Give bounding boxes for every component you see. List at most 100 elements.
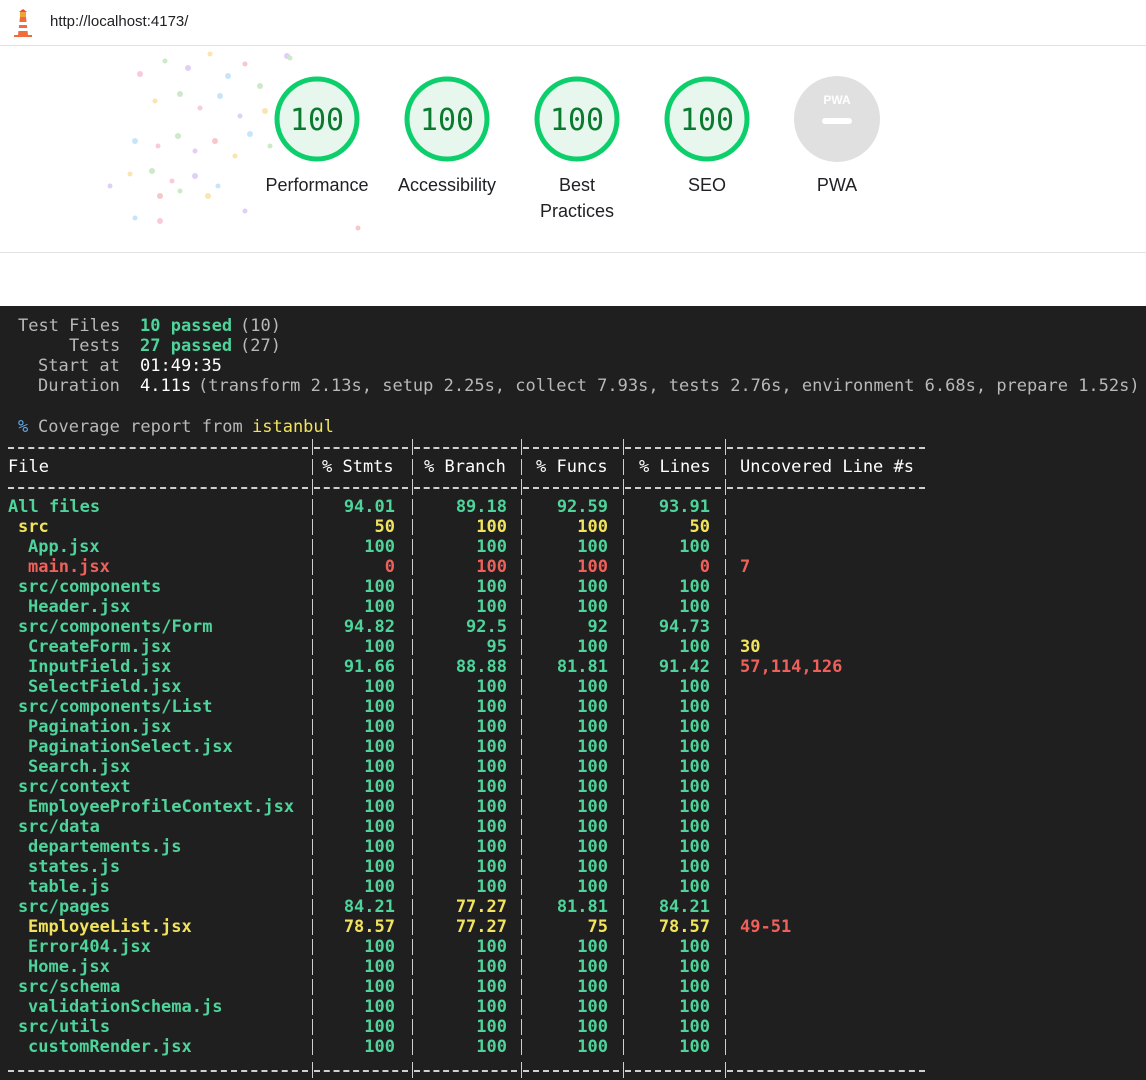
- branch-value: 95: [486, 637, 507, 657]
- branch-value: 100: [476, 957, 507, 977]
- coverage-provider: istanbul: [252, 417, 334, 437]
- stmts-value: 100: [364, 777, 395, 797]
- lines-value: 100: [679, 1037, 710, 1057]
- stmts-value: 100: [364, 817, 395, 837]
- stmts-value: 0: [384, 557, 395, 577]
- branch-value: 100: [476, 997, 507, 1017]
- performance-gauge[interactable]: 100 Performance: [247, 74, 387, 198]
- stmts-value: 84.21: [343, 897, 395, 917]
- funcs-value: 100: [577, 837, 608, 857]
- funcs-value: 100: [577, 517, 608, 537]
- coverage-heading-text: Coverage report from: [38, 417, 243, 437]
- seo-gauge[interactable]: 100 SEO: [637, 74, 777, 198]
- file-name: main.jsx: [28, 557, 110, 577]
- funcs-value: 81.81: [556, 657, 608, 677]
- best-practices-label: Best Practices: [539, 175, 615, 221]
- start-value: 01:49:35: [140, 356, 222, 376]
- terminal-output: Test Files 10 passed (10) Tests 27 passed (2…: [0, 306, 1146, 1080]
- file-name: EmployeeProfileContext.jsx: [28, 797, 295, 817]
- funcs-value: 100: [577, 717, 608, 737]
- branch-value: 88.88: [455, 657, 507, 677]
- stmts-value: 100: [364, 757, 395, 777]
- accessibility-gauge[interactable]: 100 Accessibility: [377, 74, 517, 198]
- lines-value: 100: [679, 1017, 710, 1037]
- branch-value: 100: [476, 857, 507, 877]
- file-name: Search.jsx: [28, 757, 131, 777]
- funcs-value: 100: [577, 637, 608, 657]
- funcs-value: 100: [577, 877, 608, 897]
- lines-value: 100: [679, 757, 710, 777]
- seo-label: SEO: [687, 175, 726, 195]
- lines-value: 100: [679, 597, 710, 617]
- test-files-total: (10): [240, 316, 281, 336]
- uncovered-lines: 30: [740, 637, 761, 657]
- file-name: src: [18, 517, 49, 537]
- branch-value: 100: [476, 577, 507, 597]
- table-row: customRender.jsx 100 100 100 100: [0, 1037, 1146, 1057]
- branch-value: 100: [476, 1017, 507, 1037]
- header-uncovered: Uncovered Line #s: [740, 457, 914, 477]
- lines-value: 100: [679, 877, 710, 897]
- table-row: All files 94.01 89.18 92.59 93.91: [0, 497, 1146, 517]
- lines-value: 50: [689, 517, 710, 537]
- file-name: states.js: [28, 857, 121, 877]
- file-name: src/components: [18, 577, 162, 597]
- lines-value: 100: [679, 577, 710, 597]
- stmts-value: 50: [374, 517, 395, 537]
- funcs-value: 100: [577, 1017, 608, 1037]
- lighthouse-scores: 100 Performance 100 Accessibility 100 Be…: [0, 46, 1146, 253]
- lines-value: 100: [679, 977, 710, 997]
- funcs-value: 100: [577, 557, 608, 577]
- funcs-value: 100: [577, 977, 608, 997]
- pwa-gauge[interactable]: PWA PWA: [767, 74, 907, 198]
- browser-url-bar[interactable]: http://localhost:4173/: [0, 0, 1146, 46]
- best-practices-gauge[interactable]: 100 Best Practices: [507, 74, 647, 224]
- branch-value: 100: [476, 757, 507, 777]
- table-row: InputField.jsx 91.66 88.88 81.81 91.42 57,114…: [0, 657, 1146, 677]
- branch-value: 100: [476, 557, 507, 577]
- start-label: Start at: [38, 356, 120, 376]
- stmts-value: 100: [364, 977, 395, 997]
- pwa-badge-icon: PWA: [794, 76, 880, 162]
- table-row: App.jsx 100 100 100 100: [0, 537, 1146, 557]
- stmts-value: 100: [364, 717, 395, 737]
- performance-score-ring: 100: [274, 76, 360, 162]
- file-name: table.js: [28, 877, 110, 897]
- seo-score-ring: 100: [664, 76, 750, 162]
- accessibility-score-ring: 100: [404, 76, 490, 162]
- branch-value: 100: [476, 737, 507, 757]
- file-name: src/pages: [18, 897, 111, 917]
- tests-label: Tests: [69, 336, 121, 356]
- file-name: App.jsx: [28, 537, 100, 557]
- table-separator-bottom: [0, 1060, 1146, 1080]
- funcs-value: 92: [587, 617, 608, 637]
- branch-value: 100: [476, 937, 507, 957]
- file-name: InputField.jsx: [28, 657, 172, 677]
- branch-value: 100: [476, 837, 507, 857]
- file-name: customRender.jsx: [28, 1037, 192, 1057]
- stmts-value: 94.82: [343, 617, 395, 637]
- tests-value: 27 passed: [140, 336, 233, 356]
- lines-value: 91.42: [658, 657, 710, 677]
- file-name: Header.jsx: [28, 597, 131, 617]
- lines-value: 100: [679, 817, 710, 837]
- funcs-value: 100: [577, 757, 608, 777]
- lines-value: 94.73: [658, 617, 710, 637]
- branch-value: 100: [476, 1037, 507, 1057]
- url-text[interactable]: http://localhost:4173/: [50, 13, 188, 30]
- table-separator-header: [0, 477, 1146, 497]
- lines-value: 78.57: [658, 917, 710, 937]
- lines-value: 100: [679, 737, 710, 757]
- branch-value: 100: [476, 777, 507, 797]
- file-name: src/schema: [18, 977, 121, 997]
- table-row: departements.js 100 100 100 100: [0, 837, 1146, 857]
- stmts-value: 100: [364, 737, 395, 757]
- performance-label: Performance: [265, 175, 369, 195]
- table-row: CreateForm.jsx 100 95 100 100 30: [0, 637, 1146, 657]
- stmts-value: 78.57: [343, 917, 395, 937]
- funcs-value: 100: [577, 997, 608, 1017]
- table-row: Home.jsx 100 100 100 100: [0, 957, 1146, 977]
- branch-value: 100: [476, 797, 507, 817]
- stmts-value: 91.66: [343, 657, 395, 677]
- header-branch: % Branch: [424, 457, 506, 477]
